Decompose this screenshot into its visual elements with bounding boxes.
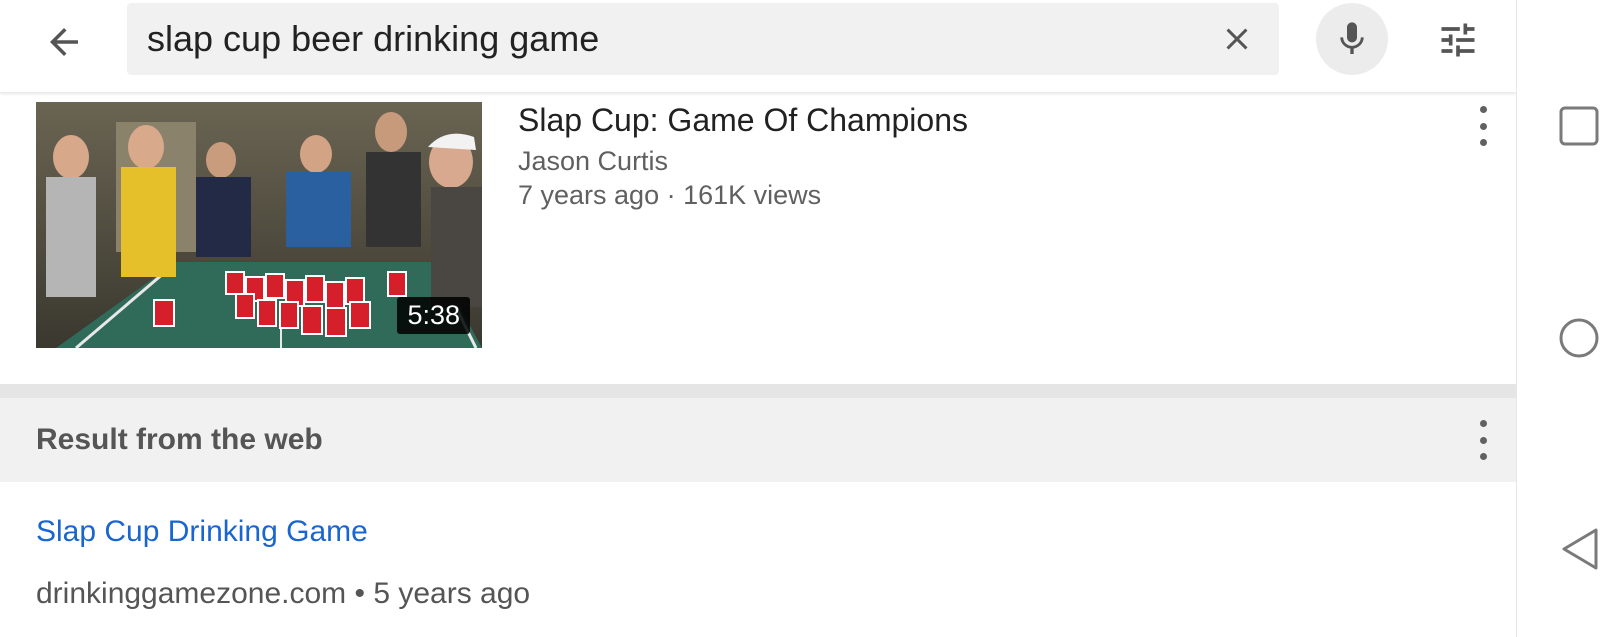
video-thumbnail[interactable]: 5:38 [36, 102, 482, 348]
close-icon [1226, 28, 1248, 50]
video-info: Slap Cup: Game Of Champions Jason Curtis… [518, 100, 968, 212]
square-icon [1559, 106, 1599, 146]
more-vert-icon [1479, 420, 1487, 427]
web-results-heading: Result from the web [36, 423, 323, 456]
search-top-bar: slap cup beer drinking game [0, 0, 1516, 92]
arrow-left-icon [50, 28, 78, 56]
web-result-link[interactable]: Slap Cup Drinking Game [36, 512, 368, 552]
section-divider [0, 384, 1516, 398]
search-query-text[interactable]: slap cup beer drinking game [147, 3, 599, 75]
more-vert-icon [1479, 436, 1487, 444]
android-navigation-bar [1516, 0, 1600, 637]
circle-icon [1559, 318, 1599, 358]
recents-button[interactable] [1557, 100, 1600, 152]
video-channel: Jason Curtis [518, 146, 669, 176]
video-meta: 7 years ago · 161K views [518, 180, 822, 210]
video-result[interactable]: 5:38 Slap Cup: Game Of Champions Jason C… [0, 92, 1516, 384]
triangle-back-icon [1562, 528, 1598, 570]
more-vert-icon [1479, 122, 1487, 130]
web-result-meta: drinkinggamezone.com • 5 years ago [36, 577, 531, 610]
video-more-button[interactable] [1473, 106, 1493, 146]
video-title[interactable]: Slap Cup: Game Of Champions [518, 100, 968, 140]
more-vert-icon [1479, 139, 1487, 146]
clear-search-button[interactable] [1215, 17, 1259, 61]
back-button[interactable] [34, 12, 94, 72]
more-vert-icon [1479, 453, 1487, 460]
home-button[interactable] [1557, 312, 1600, 364]
nav-back-button[interactable] [1557, 523, 1600, 575]
voice-search-button[interactable] [1316, 3, 1388, 75]
search-input[interactable]: slap cup beer drinking game [127, 3, 1279, 75]
video-duration-badge: 5:38 [397, 297, 470, 334]
filter-sliders-icon [1441, 23, 1475, 57]
more-vert-icon [1479, 106, 1487, 113]
youtube-search-results: slap cup beer drinking game 5:38 Slap Cu… [0, 0, 1516, 637]
microphone-icon [1340, 22, 1364, 54]
web-results-header: Result from the web [0, 398, 1516, 482]
search-filters-button[interactable] [1428, 12, 1488, 68]
web-results-more-button[interactable] [1473, 420, 1493, 460]
